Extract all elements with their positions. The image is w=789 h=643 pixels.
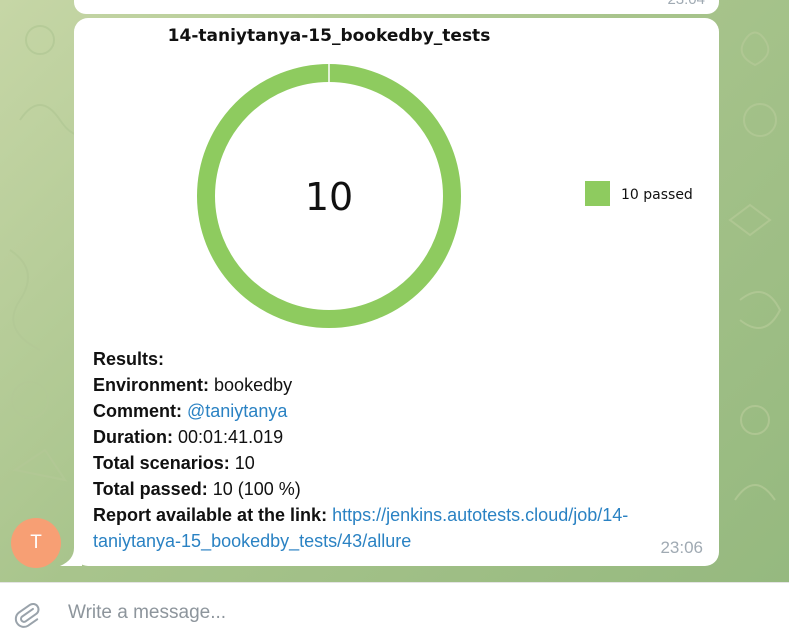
message-composer xyxy=(0,582,789,643)
report-line: Report available at the link: https://je… xyxy=(93,505,629,551)
results-text: Results: Environment: bookedby Comment: … xyxy=(93,346,703,554)
legend-label-0: 10 passed xyxy=(621,187,693,203)
previous-message-time: 23:04 xyxy=(667,0,705,8)
donut-center-label: 10 xyxy=(305,175,353,219)
user-mention-link[interactable]: @taniytanya xyxy=(187,401,287,421)
avatar[interactable]: T xyxy=(11,518,61,568)
message-input[interactable] xyxy=(68,597,758,629)
donut-chart: 10 10 passed xyxy=(197,64,693,328)
results-heading: Results: xyxy=(93,349,165,369)
environment-value: bookedby xyxy=(214,375,293,395)
paperclip-icon[interactable] xyxy=(12,599,42,629)
message-bubble[interactable]: 14-taniytanya-15_bookedby_tests 10 10 pas… xyxy=(74,18,719,566)
total-passed-line: Total passed: 10 (100 %) xyxy=(93,479,301,499)
total-scenarios-line: Total scenarios: 10 xyxy=(93,453,255,473)
environment-line: Environment: bookedby xyxy=(93,375,293,395)
previous-message-bubble: 23:04 xyxy=(74,0,719,14)
duration-value: 00:01:41.019 xyxy=(178,427,284,447)
total-passed-value: 10 (100 %) xyxy=(212,479,301,499)
total-scenarios-value: 10 xyxy=(234,453,255,473)
duration-line: Duration: 00:01:41.019 xyxy=(93,427,284,447)
message-time: 23:06 xyxy=(660,538,703,557)
legend-swatch-0 xyxy=(585,181,610,206)
comment-line: Comment: @taniytanya xyxy=(93,401,288,421)
